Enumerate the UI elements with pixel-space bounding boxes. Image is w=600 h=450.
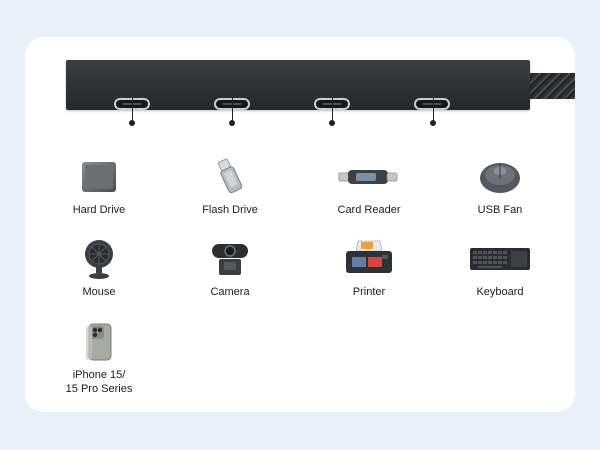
hard-drive-icon (82, 162, 116, 192)
device-label: Hard Drive (72, 204, 126, 216)
flash-drive-icon (217, 158, 243, 194)
device-label: Printer (352, 286, 386, 298)
printer-icon (346, 240, 392, 273)
device-label: Card Reader (337, 204, 401, 216)
device-label: Camera (210, 286, 250, 298)
camera-icon (212, 244, 248, 275)
port-connector-1 (127, 98, 137, 126)
device-camera: Camera (170, 237, 290, 299)
port-connector-2 (227, 98, 237, 126)
product-card: Hard Drive Flash Drive Card Reader USB F… (25, 37, 575, 412)
usb-fan-icon (480, 163, 520, 193)
port-connector-3 (327, 98, 337, 126)
device-label: Keyboard (476, 286, 524, 298)
device-iphone: iPhone 15/ 15 Pro Series (39, 320, 159, 396)
keyboard-icon (470, 248, 530, 270)
device-flash-drive: Flash Drive (170, 155, 290, 217)
device-label: Flash Drive (202, 204, 258, 216)
device-label: Mouse (82, 286, 116, 298)
iphone-icon (86, 323, 112, 361)
braided-cable (525, 73, 575, 99)
device-mouse: Mouse (39, 237, 159, 299)
device-label: USB Fan (477, 204, 523, 216)
port-connector-4 (428, 98, 438, 126)
device-usb-fan: USB Fan (440, 155, 560, 217)
device-card-reader: Card Reader (309, 155, 429, 217)
device-label: iPhone 15/ 15 Pro Series (65, 369, 133, 395)
card-reader-icon (338, 170, 398, 184)
device-hard-drive: Hard Drive (39, 155, 159, 217)
device-printer: Printer (309, 237, 429, 299)
mouse-icon (85, 240, 113, 279)
device-keyboard: Keyboard (440, 237, 560, 299)
